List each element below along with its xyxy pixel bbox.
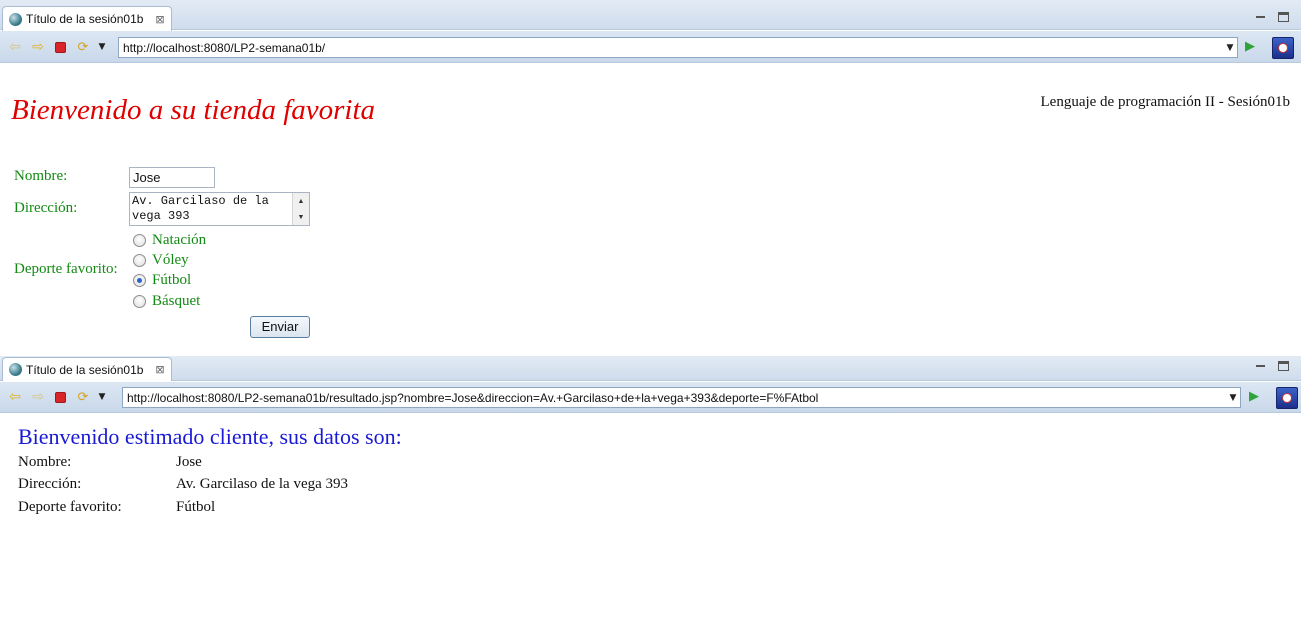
radio-label: Fútbol [152, 272, 192, 288]
url-input[interactable]: http://localhost:8080/LP2-semana01b/ [119, 41, 1223, 55]
dropdown-icon[interactable]: ▼ [1226, 393, 1240, 403]
tab-title: Título de la sesión01b [26, 362, 144, 377]
tab-bar: Título de la sesión01b ⊠ [0, 356, 1301, 381]
url-input[interactable]: http://localhost:8080/LP2-semana01b/resu… [123, 391, 1226, 405]
stop-icon[interactable] [55, 391, 66, 403]
scrollbar[interactable]: ▲ ▼ [292, 193, 309, 225]
dropdown-icon[interactable]: ▼ [1223, 43, 1237, 53]
address-textarea[interactable]: Av. Garcilaso de la vega 393 ▲ ▼ [129, 192, 310, 226]
forward-icon[interactable]: ⇨ [29, 39, 47, 55]
navigation-toolbar: ⇦ ⇨ ⟳ ▼ http://localhost:8080/LP2-semana… [0, 382, 1301, 413]
result-value-address: Av. Garcilaso de la vega 393 [176, 476, 349, 492]
back-icon[interactable]: ⇦ [6, 39, 24, 55]
course-title: Lenguaje de programación II - Sesión01b [1040, 94, 1291, 110]
globe-icon [9, 363, 22, 376]
address-text: Av. Garcilaso de la vega 393 [132, 194, 269, 223]
radio-label: Vóley [152, 252, 189, 268]
dropdown-icon[interactable]: ▼ [97, 39, 107, 55]
maximize-icon[interactable] [1278, 12, 1289, 22]
refresh-icon[interactable]: ⟳ [74, 389, 92, 405]
radio-button[interactable] [133, 234, 146, 247]
close-icon[interactable]: ⊠ [155, 363, 164, 376]
window-controls [1255, 12, 1289, 22]
refresh-icon[interactable]: ⟳ [74, 39, 92, 55]
browser-tab[interactable]: Título de la sesión01b ⊠ [2, 6, 172, 31]
result-label-name: Nombre: [18, 454, 72, 470]
result-heading: Bienvenido estimado cliente, sus datos s… [18, 424, 402, 449]
browser-tab[interactable]: Título de la sesión01b ⊠ [2, 357, 172, 381]
stop-icon[interactable] [55, 41, 66, 53]
result-value-sport: Fútbol [176, 499, 216, 515]
tab-title: Título de la sesión01b [26, 12, 144, 26]
back-icon[interactable]: ⇦ [6, 389, 24, 405]
minimize-icon[interactable] [1255, 361, 1266, 371]
scroll-up-icon[interactable]: ▲ [293, 193, 309, 209]
maximize-icon[interactable] [1278, 361, 1289, 371]
sport-label: Deporte favorito: [14, 261, 118, 277]
go-icon[interactable]: ▶ [1249, 389, 1263, 405]
radio-button[interactable] [133, 274, 146, 287]
tab-bar: Título de la sesión01b ⊠ [0, 0, 1301, 31]
radio-natacion[interactable]: Natación [133, 232, 206, 249]
scroll-down-icon[interactable]: ▼ [293, 209, 309, 225]
forward-icon[interactable]: ⇨ [29, 389, 47, 405]
welcome-heading: Bienvenido a su tienda favorita [11, 94, 376, 126]
radio-button[interactable] [133, 295, 146, 308]
radio-button[interactable] [133, 254, 146, 267]
address-label: Dirección: [14, 200, 78, 216]
navigation-toolbar: ⇦ ⇨ ⟳ ▼ http://localhost:8080/LP2-semana… [0, 31, 1301, 63]
radio-label: Básquet [152, 293, 201, 309]
dropdown-icon[interactable]: ▼ [97, 389, 107, 405]
result-label-sport: Deporte favorito: [18, 499, 122, 515]
browser-pane-result: Título de la sesión01b ⊠ ⇦ ⇨ ⟳ ▼ http://… [0, 356, 1301, 629]
page-content-form: Bienvenido a su tienda favorita Lenguaje… [0, 64, 1301, 356]
radio-label: Natación [152, 232, 207, 248]
minimize-icon[interactable] [1255, 12, 1266, 22]
radio-voley[interactable]: Vóley [133, 252, 189, 269]
window-controls [1255, 361, 1289, 371]
eclipse-icon[interactable] [1272, 37, 1294, 59]
name-label: Nombre: [14, 168, 68, 184]
page-content-result: Bienvenido estimado cliente, sus datos s… [0, 414, 1301, 629]
name-input[interactable] [129, 167, 215, 188]
eclipse-icon[interactable] [1276, 387, 1298, 409]
browser-pane-form: Título de la sesión01b ⊠ ⇦ ⇨ ⟳ ▼ http://… [0, 0, 1301, 356]
url-bar[interactable]: http://localhost:8080/LP2-semana01b/resu… [122, 387, 1241, 408]
globe-icon [9, 12, 22, 26]
result-value-name: Jose [176, 454, 202, 470]
radio-basquet[interactable]: Básquet [133, 293, 200, 310]
go-icon[interactable]: ▶ [1245, 39, 1259, 55]
radio-futbol[interactable]: Fútbol [133, 272, 191, 289]
result-label-address: Dirección: [18, 476, 82, 492]
url-bar[interactable]: http://localhost:8080/LP2-semana01b/ ▼ [118, 37, 1238, 58]
submit-button[interactable]: Enviar [250, 316, 310, 338]
close-icon[interactable]: ⊠ [155, 13, 164, 26]
